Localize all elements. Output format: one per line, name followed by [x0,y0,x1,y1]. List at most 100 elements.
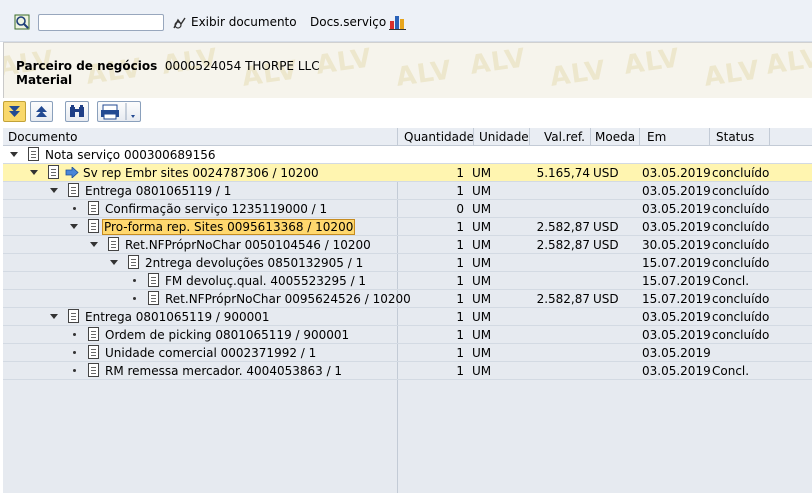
document-name[interactable]: Entrega 0801065119 / 900001 [85,310,270,324]
quantity: 1 [456,328,464,342]
quantity: 1 [456,166,464,180]
document-header: ALV ALV ALV ALV ALV ALV ALV ALV ALV ALV … [3,42,812,98]
table-row[interactable]: Sv rep Embr sites 0024787306 / 10200 1 U… [3,164,812,182]
table-row[interactable]: Ret.NFPróprNoChar 0050104546 / 10200 1 U… [3,236,812,254]
unit: UM [472,256,492,270]
document-name[interactable]: Confirmação serviço 1235119000 / 1 [105,202,327,216]
table-row[interactable]: Entrega 0801065119 / 1 1 UM 03.05.2019 c… [3,182,812,200]
column-header-quantidade[interactable]: Quantidade [404,130,474,144]
document-name[interactable]: 2ntrega devoluções 0850132905 / 1 [145,256,363,270]
leaf-bullet [133,297,136,300]
document-name[interactable]: Pro-forma rep. Sites 0095613368 / 10200 [101,219,356,235]
table-row[interactable]: Confirmação serviço 1235119000 / 1 0 UM … [3,200,812,218]
unit: UM [472,292,492,306]
date: 03.05.2019 [642,310,711,324]
unit: UM [472,166,492,180]
table-row[interactable]: 2ntrega devoluções 0850132905 / 1 1 UM 1… [3,254,812,272]
expand-button[interactable] [3,101,26,122]
quantity: 1 [456,310,464,324]
column-header-documento[interactable]: Documento [8,130,78,144]
document-icon [28,147,39,161]
document-name[interactable]: FM devoluç.qual. 4005523295 / 1 [165,274,366,288]
leaf-bullet [133,279,136,282]
leaf-bullet [73,351,76,354]
leaf-bullet [73,207,76,210]
table-row[interactable]: RM remessa mercador. 4004053863 / 1 1 UM… [3,362,812,380]
document-icon [48,165,59,179]
display-document-button[interactable]: Exibir documento [191,15,297,29]
document-name[interactable]: RM remessa mercador. 4004053863 / 1 [105,364,342,378]
document-icon [88,345,99,359]
status: concluído [712,292,770,306]
document-name[interactable]: Entrega 0801065119 / 1 [85,184,231,198]
expand-triangle-icon[interactable] [110,260,118,265]
service-docs-button[interactable]: Docs.serviço [310,15,386,29]
print-button[interactable] [97,101,141,122]
document-name[interactable]: Sv rep Embr sites 0024787306 / 10200 [83,166,319,180]
column-header-em[interactable]: Em [647,130,666,144]
status: concluído [712,220,770,234]
status: concluído [712,184,770,198]
unit: UM [472,328,492,342]
quantity: 1 [456,364,464,378]
expand-triangle-icon[interactable] [10,152,18,157]
display-document-icon[interactable] [172,16,188,30]
document-name[interactable]: Ret.NFPróprNoChar 0095624526 / 10200 [165,292,411,306]
table-row[interactable]: Nota serviço 000300689156 [3,146,812,164]
document-icon [148,273,159,287]
table-row[interactable]: Unidade comercial 0002371992 / 1 1 UM 03… [3,344,812,362]
command-field[interactable] [38,14,164,31]
table-row[interactable]: Ordem de picking 0801065119 / 900001 1 U… [3,326,812,344]
binoculars-icon [70,105,84,117]
column-header-valref[interactable]: Val.ref. [544,130,585,144]
table-row[interactable]: FM devoluç.qual. 4005523295 / 1 1 UM 15.… [3,272,812,290]
leaf-bullet [73,369,76,372]
table-row[interactable]: Ret.NFPróprNoChar 0095624526 / 10200 1 U… [3,290,812,308]
status: concluído [712,202,770,216]
date: 15.07.2019 [642,292,711,306]
leaf-bullet [73,333,76,336]
currency: USD [593,166,619,180]
collapse-button[interactable] [30,101,53,122]
column-header-row: Documento Quantidade Unidade Val.ref. Mo… [3,128,812,146]
alv-watermark: ALV [314,43,375,81]
document-name[interactable]: Nota serviço 000300689156 [45,148,216,162]
quantity: 1 [456,220,464,234]
expand-triangle-icon[interactable] [50,188,58,193]
expand-all-icon [9,106,20,117]
document-name[interactable]: Ordem de picking 0801065119 / 900001 [105,328,349,342]
column-header-status[interactable]: Status [716,130,754,144]
alv-watermark: ALV [622,43,683,81]
alv-watermark: ALV [702,55,763,93]
unit: UM [472,238,492,252]
document-name[interactable]: Unidade comercial 0002371992 / 1 [105,346,316,360]
expand-triangle-icon[interactable] [70,224,78,229]
column-header-unidade[interactable]: Unidade [479,130,529,144]
table-row[interactable]: Pro-forma rep. Sites 0095613368 / 10200 … [3,218,812,236]
save-search-icon[interactable] [14,13,32,31]
unit: UM [472,310,492,324]
expand-triangle-icon[interactable] [30,170,38,175]
document-icon [148,291,159,305]
reference-value: 2.582,87 [536,292,590,306]
table-row[interactable]: Entrega 0801065119 / 900001 1 UM 03.05.2… [3,308,812,326]
expand-triangle-icon[interactable] [50,314,58,319]
application-toolbar: Exibir documento Docs.serviço [0,0,812,42]
status: Concl. [712,274,750,288]
date: 03.05.2019 [642,328,711,342]
find-button[interactable] [65,101,89,122]
chart-icon[interactable] [389,14,407,30]
unit: UM [472,274,492,288]
expand-triangle-icon[interactable] [90,242,98,247]
status: concluído [712,238,770,252]
date: 03.05.2019 [642,220,711,234]
reference-value: 2.582,87 [536,220,590,234]
date: 03.05.2019 [642,346,711,360]
unit: UM [472,220,492,234]
document-name[interactable]: Ret.NFPróprNoChar 0050104546 / 10200 [125,238,371,252]
document-icon [68,183,79,197]
alv-watermark: ALV [394,55,455,93]
partner-name: THORPE LLC [245,59,320,73]
column-header-moeda[interactable]: Moeda [595,130,635,144]
reference-value: 2.582,87 [536,238,590,252]
